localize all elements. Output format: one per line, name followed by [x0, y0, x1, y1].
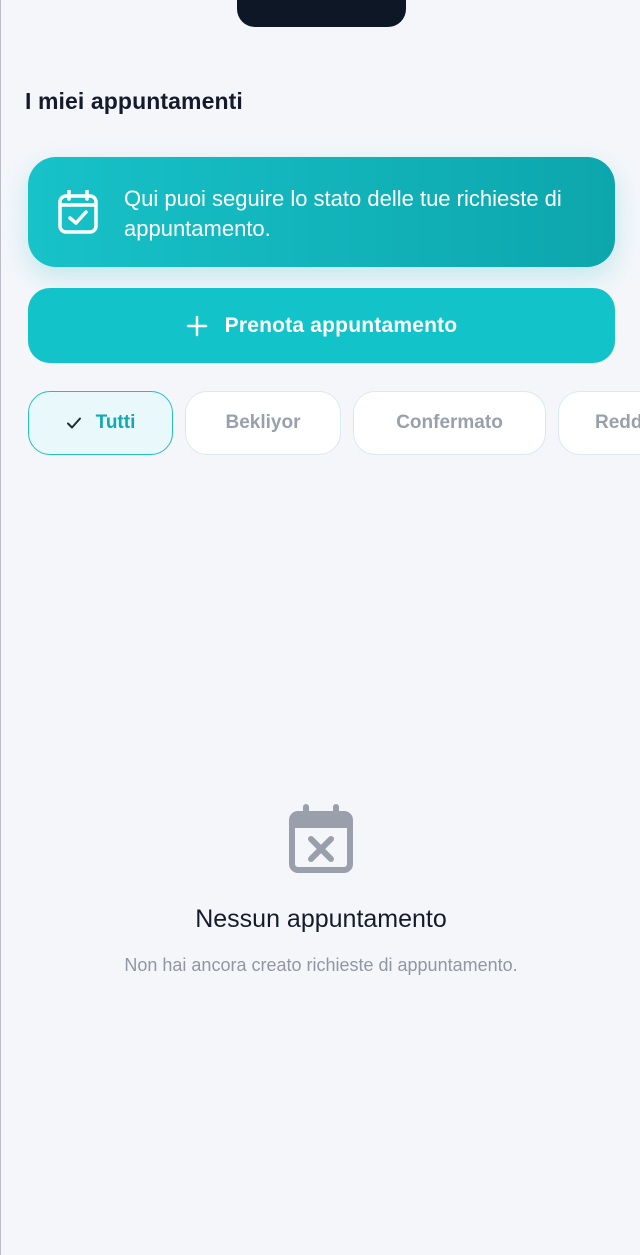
app-screen: I miei appuntamenti Qui puoi seguire lo … [0, 0, 640, 1255]
device-notch [237, 0, 406, 27]
filter-chip-label: Tutti [95, 412, 136, 433]
filter-chip-confermato[interactable]: Confermato [353, 391, 546, 455]
empty-state-subtitle: Non hai ancora creato richieste di appun… [124, 955, 518, 975]
book-appointment-label: Prenota appuntamento [224, 313, 458, 337]
filter-chip-bekliyor[interactable]: Bekliyor [185, 391, 341, 455]
filter-chip-label: Bekliyor [225, 412, 301, 433]
info-banner: Qui puoi seguire lo stato delle tue rich… [28, 157, 615, 267]
status-filter-bar: Tutti Bekliyor Confermato Redd [28, 391, 640, 455]
empty-state-title: Nessun appuntamento [195, 905, 447, 933]
check-icon [66, 417, 81, 429]
book-appointment-button[interactable]: Prenota appuntamento [28, 288, 615, 363]
filter-chip-tutti[interactable]: Tutti [28, 391, 173, 455]
banner-text: Qui puoi seguire lo stato delle tue rich… [124, 186, 562, 241]
page-title: I miei appuntamenti [25, 88, 243, 114]
filter-chip-label: Redd [595, 412, 640, 433]
filter-chip-rifiutato[interactable]: Redd [558, 391, 640, 455]
plus-icon [186, 315, 207, 336]
filter-chip-label: Confermato [396, 412, 503, 433]
calendar-check-icon [58, 190, 98, 234]
calendar-x-icon [289, 804, 353, 873]
